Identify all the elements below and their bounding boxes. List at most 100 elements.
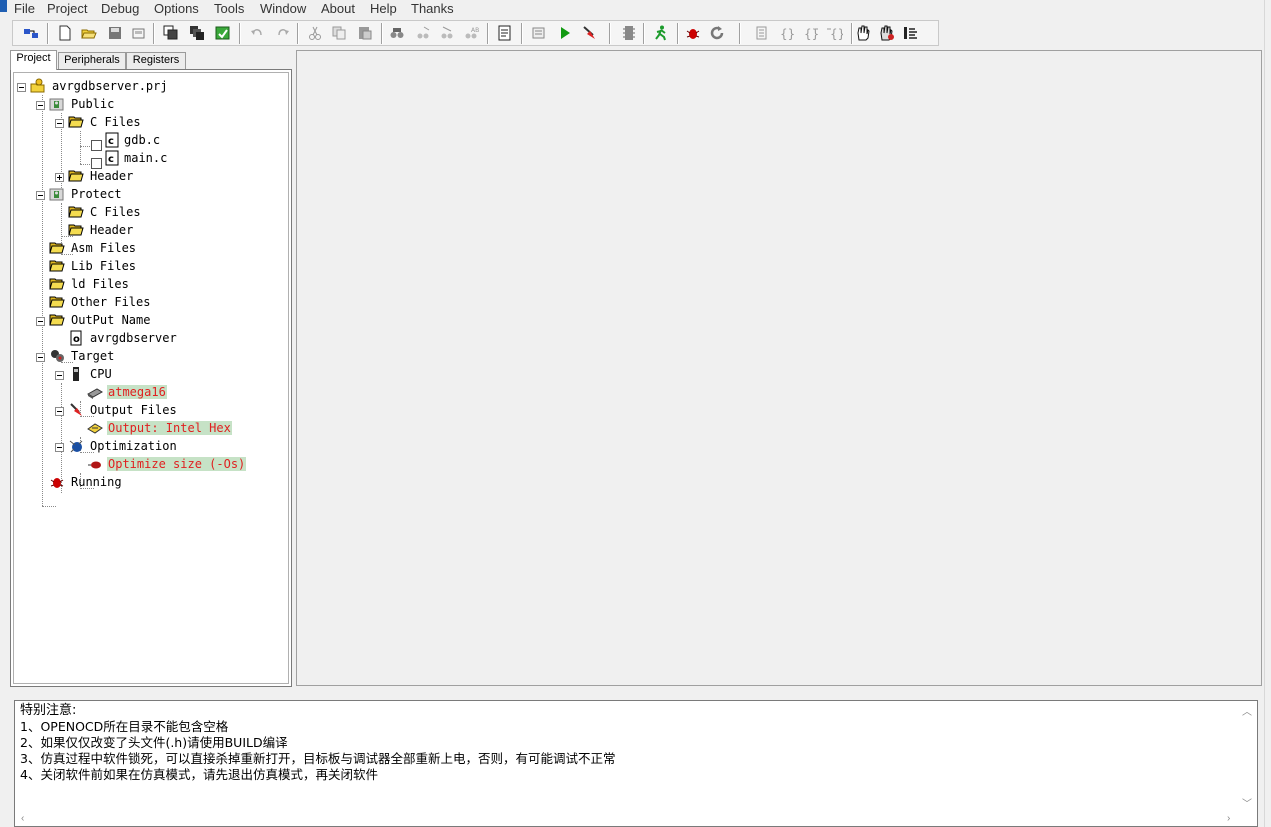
save-icon[interactable] [107, 25, 123, 41]
expander[interactable] [55, 407, 64, 416]
bug-icon[interactable] [685, 25, 701, 41]
editor-area[interactable] [296, 50, 1262, 686]
tree-node-output-value[interactable]: avrgdbserver [89, 330, 178, 346]
build-all-icon[interactable] [23, 25, 39, 41]
menu-options[interactable]: Options [154, 1, 199, 16]
c-file-icon: c [105, 150, 119, 166]
cut-icon[interactable] [307, 25, 323, 41]
chip-icon[interactable] [621, 25, 637, 41]
cascade-icon[interactable] [189, 25, 205, 41]
tree-node-root[interactable]: avrgdbserver.prj [51, 78, 169, 94]
tree-node-other-files[interactable]: Other Files [70, 294, 151, 310]
expander[interactable] [55, 371, 64, 380]
undo-icon[interactable] [249, 25, 265, 41]
replace-icon[interactable] [439, 25, 455, 41]
copy-icon[interactable] [331, 25, 347, 41]
compile-icon[interactable] [497, 25, 513, 41]
object-file-icon: o [70, 330, 82, 346]
tree-node-cpu-value[interactable]: atmega16 [107, 384, 167, 400]
scroll-down-icon[interactable]: ﹀ [1242, 795, 1252, 810]
device-icon [87, 388, 103, 399]
tree-node-protect-header[interactable]: Header [89, 222, 134, 238]
output-line: 1、OPENOCD所在目录不能包含空格 [20, 719, 229, 734]
file-checkbox[interactable] [91, 140, 102, 151]
disassembly-icon[interactable] [903, 25, 919, 41]
export-icon[interactable] [215, 25, 231, 41]
tree-node-optimization-value[interactable]: Optimize size (-Os) [107, 456, 247, 472]
tree-node-lib-files[interactable]: Lib Files [70, 258, 137, 274]
menu-window[interactable]: Window [260, 1, 306, 16]
run-icon[interactable] [557, 25, 573, 41]
expander[interactable] [36, 191, 45, 200]
save-all-icon[interactable] [131, 25, 147, 41]
tree-node-public-cfiles[interactable]: C Files [89, 114, 142, 130]
expander[interactable] [36, 353, 45, 362]
runner-icon[interactable] [653, 25, 669, 41]
tree-node-optimization[interactable]: Optimization [89, 438, 178, 454]
output-line: 3、仿真过程中软件锁死，可以直接杀掉重新打开，目标板与调试器全部重新上电，否则，… [20, 751, 616, 766]
expander[interactable] [36, 317, 45, 326]
tree-node-target[interactable]: Target [70, 348, 115, 364]
step-out-icon[interactable]: {} [803, 25, 819, 41]
tree-connector [61, 203, 62, 243]
expander[interactable] [55, 173, 64, 182]
tree-node-running[interactable]: Running [70, 474, 123, 490]
tree-node-protect-cfiles[interactable]: C Files [89, 204, 142, 220]
tab-project[interactable]: Project [10, 50, 57, 70]
run-to-cursor-icon[interactable]: {} [827, 25, 843, 41]
new-file-icon[interactable] [57, 25, 73, 41]
expander[interactable] [55, 119, 64, 128]
tree-connector [42, 95, 43, 506]
folder-open-icon [49, 260, 65, 272]
tree-node-output-files[interactable]: Output Files [89, 402, 178, 418]
expander[interactable] [17, 83, 26, 92]
tree-node-output-files-value[interactable]: Output: Intel Hex [107, 420, 232, 436]
menu-debug[interactable]: Debug [101, 1, 139, 16]
tree-node-gdb-c[interactable]: gdb.c [123, 132, 161, 148]
expander[interactable] [36, 101, 45, 110]
tab-peripherals[interactable]: Peripherals [58, 52, 126, 69]
redo-icon[interactable] [275, 25, 291, 41]
tree-node-main-c[interactable]: main.c [123, 150, 168, 166]
expander[interactable] [55, 443, 64, 452]
build-icon[interactable] [531, 25, 547, 41]
tree-node-asm-files[interactable]: Asm Files [70, 240, 137, 256]
hand-icon[interactable] [855, 25, 871, 41]
find-icon[interactable] [389, 25, 405, 41]
scroll-right-icon[interactable]: › [1227, 813, 1230, 824]
find-next-icon[interactable] [415, 25, 431, 41]
menu-project[interactable]: Project [47, 1, 87, 16]
tree-node-protect[interactable]: Protect [70, 186, 123, 202]
menu-file[interactable]: File [14, 1, 35, 16]
tree-node-output-name[interactable]: OutPut Name [70, 312, 151, 328]
menu-tools[interactable]: Tools [214, 1, 244, 16]
protect-folder-icon [49, 188, 64, 201]
step-over-icon[interactable]: {} [779, 25, 795, 41]
tab-registers[interactable]: Registers [126, 52, 186, 69]
open-file-icon[interactable] [81, 25, 97, 41]
paste-icon[interactable] [357, 25, 373, 41]
reset-icon[interactable] [709, 25, 725, 41]
optimize-level-icon [88, 461, 101, 469]
folder-open-icon [68, 224, 84, 236]
toolbar-separator [239, 23, 241, 44]
scroll-left-icon[interactable]: ‹ [21, 813, 24, 824]
output-panel[interactable]: 特别注意: 1、OPENOCD所在目录不能包含空格 2、如果仅仅改变了头文件(.… [14, 700, 1258, 827]
tree-node-cpu[interactable]: CPU [89, 366, 113, 382]
tree-node-ld-files[interactable]: ld Files [70, 276, 130, 292]
menu-thanks[interactable]: Thanks [411, 1, 454, 16]
copy-window-icon[interactable] [163, 25, 179, 41]
step-into-icon[interactable] [755, 25, 771, 41]
svg-text:o: o [73, 334, 80, 345]
tree-connector [42, 506, 56, 507]
menu-help[interactable]: Help [370, 1, 397, 16]
tree-node-public-header[interactable]: Header [89, 168, 134, 184]
output-line: 2、如果仅仅改变了头文件(.h)请使用BUILD编译 [20, 735, 288, 750]
find-in-files-icon[interactable]: AB [463, 25, 479, 41]
scroll-up-icon[interactable]: ︿ [1242, 703, 1252, 718]
public-folder-icon [49, 98, 64, 111]
tree-node-public[interactable]: Public [70, 96, 115, 112]
menu-about[interactable]: About [321, 1, 355, 16]
debug-start-icon[interactable] [581, 25, 597, 41]
multi-hand-icon[interactable] [879, 25, 895, 41]
